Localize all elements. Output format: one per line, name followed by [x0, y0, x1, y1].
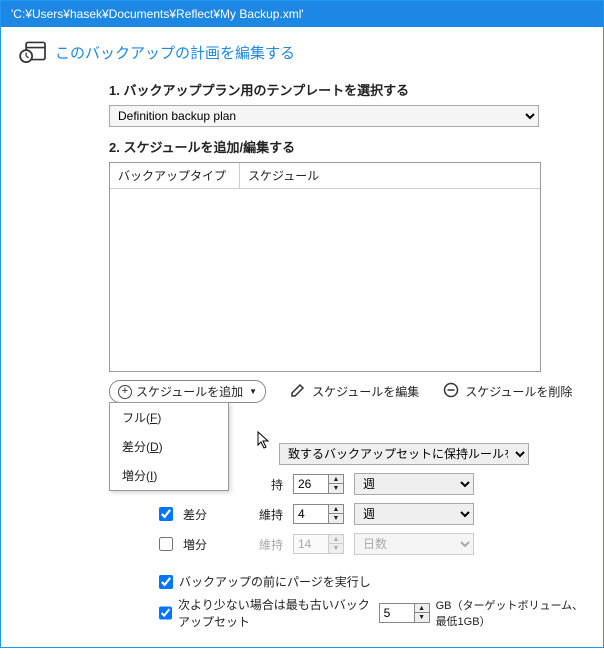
purge-label: バックアップの前にパージを実行し — [179, 573, 371, 590]
chevron-down-icon: ▼ — [249, 387, 257, 396]
retention-keep-0: 持 — [233, 476, 283, 493]
add-schedule-dropdown: フル(F) 差分(D) 増分(I) — [109, 402, 229, 491]
extra-options: バックアップの前にパージを実行し 次より少ない場合は最も古いバックアップセット … — [159, 573, 585, 630]
spin-up[interactable]: ▲ — [415, 604, 429, 613]
retention-keep-2: 維持 — [233, 536, 283, 553]
col-backup-type[interactable]: バックアップタイプ — [110, 163, 240, 188]
col-schedule[interactable]: スケジュール — [240, 163, 540, 188]
edit-schedule-label: スケジュールを編集 — [312, 383, 419, 400]
retention-checkbox-1[interactable] — [159, 507, 173, 521]
retention-checkbox-2[interactable] — [159, 537, 173, 551]
retention-value-1[interactable] — [294, 505, 328, 523]
retention-unit-2: 日数 — [354, 533, 474, 555]
pencil-icon — [290, 382, 306, 401]
spin-down[interactable]: ▼ — [329, 514, 343, 523]
minus-circle-icon — [443, 382, 459, 401]
retention-rule-select[interactable]: 致するバックアップセットに保持ルールを適用 — [279, 443, 529, 465]
retention-spinner-2: ▲▼ — [293, 534, 344, 554]
dropdown-full[interactable]: フル(F) — [110, 403, 228, 432]
retention-spinner-0[interactable]: ▲▼ — [293, 474, 344, 494]
calendar-clock-icon — [19, 39, 47, 66]
retention-label-1: 差分 — [183, 506, 223, 523]
min-gb-spinner[interactable]: ▲▼ — [379, 603, 430, 623]
retention-spinner-1[interactable]: ▲▼ — [293, 504, 344, 524]
retention-unit-0[interactable]: 週 — [354, 473, 474, 495]
retention-value-2 — [294, 535, 328, 553]
spin-down: ▼ — [329, 544, 343, 553]
dropdown-inc[interactable]: 増分(I) — [110, 461, 228, 490]
section2-heading: 2. スケジュールを追加/編集する — [109, 137, 585, 156]
section-schedule: 2. スケジュールを追加/編集する バックアップタイプ スケジュール + スケジ… — [109, 137, 585, 403]
oldest-checkbox[interactable] — [159, 606, 172, 620]
oldest-label: 次より少ない場合は最も古いバックアップセット — [178, 596, 373, 630]
spin-down[interactable]: ▼ — [329, 484, 343, 493]
plus-icon: + — [118, 385, 132, 399]
gb-suffix-label: GB（ターゲットボリューム、最低1GB） — [436, 597, 585, 629]
section-template: 1. バックアッププラン用のテンプレートを選択する Definition bac… — [109, 80, 585, 127]
retention-value-0[interactable] — [294, 475, 328, 493]
delete-schedule-label: スケジュールを削除 — [465, 383, 572, 400]
purge-before-backup-row: バックアップの前にパージを実行し — [159, 573, 585, 590]
schedule-table-header: バックアップタイプ スケジュール — [110, 163, 540, 189]
retention-unit-1[interactable]: 週 — [354, 503, 474, 525]
window-titlebar: 'C:¥Users¥hasek¥Documents¥Reflect¥My Bac… — [1, 1, 603, 27]
edit-schedule-button[interactable]: スケジュールを編集 — [290, 382, 419, 401]
dropdown-diff[interactable]: 差分(D) — [110, 432, 228, 461]
purge-checkbox[interactable] — [159, 575, 173, 589]
retention-row-2: 増分維持 ▲▼ 日数 — [159, 533, 585, 555]
delete-schedule-button[interactable]: スケジュールを削除 — [443, 382, 572, 401]
retention-keep-1: 維持 — [233, 506, 283, 523]
schedule-buttons-row: + スケジュールを追加 ▼ スケジュールを編集 スケジュールを削除 フル(F) … — [109, 380, 585, 403]
section1-heading: 1. バックアッププラン用のテンプレートを選択する — [109, 80, 585, 99]
spin-up[interactable]: ▲ — [329, 505, 343, 514]
page-header: このバックアップの計画を編集する — [19, 39, 585, 66]
spin-down[interactable]: ▼ — [415, 613, 429, 622]
add-schedule-button[interactable]: + スケジュールを追加 ▼ — [109, 380, 266, 403]
oldest-set-row: 次より少ない場合は最も古いバックアップセット ▲▼ GB（ターゲットボリューム、… — [159, 596, 585, 630]
retention-row-1: 差分維持 ▲▼ 週 — [159, 503, 585, 525]
page-title: このバックアップの計画を編集する — [55, 42, 295, 63]
spin-up[interactable]: ▲ — [329, 475, 343, 484]
add-schedule-label: スケジュールを追加 — [136, 383, 243, 400]
retention-label-2: 増分 — [183, 536, 223, 553]
min-gb-input[interactable] — [380, 604, 414, 622]
main-content: このバックアップの計画を編集する 1. バックアッププラン用のテンプレートを選択… — [1, 27, 603, 654]
template-select[interactable]: Definition backup plan — [109, 105, 539, 127]
spin-up: ▲ — [329, 535, 343, 544]
schedule-table: バックアップタイプ スケジュール — [109, 162, 541, 372]
